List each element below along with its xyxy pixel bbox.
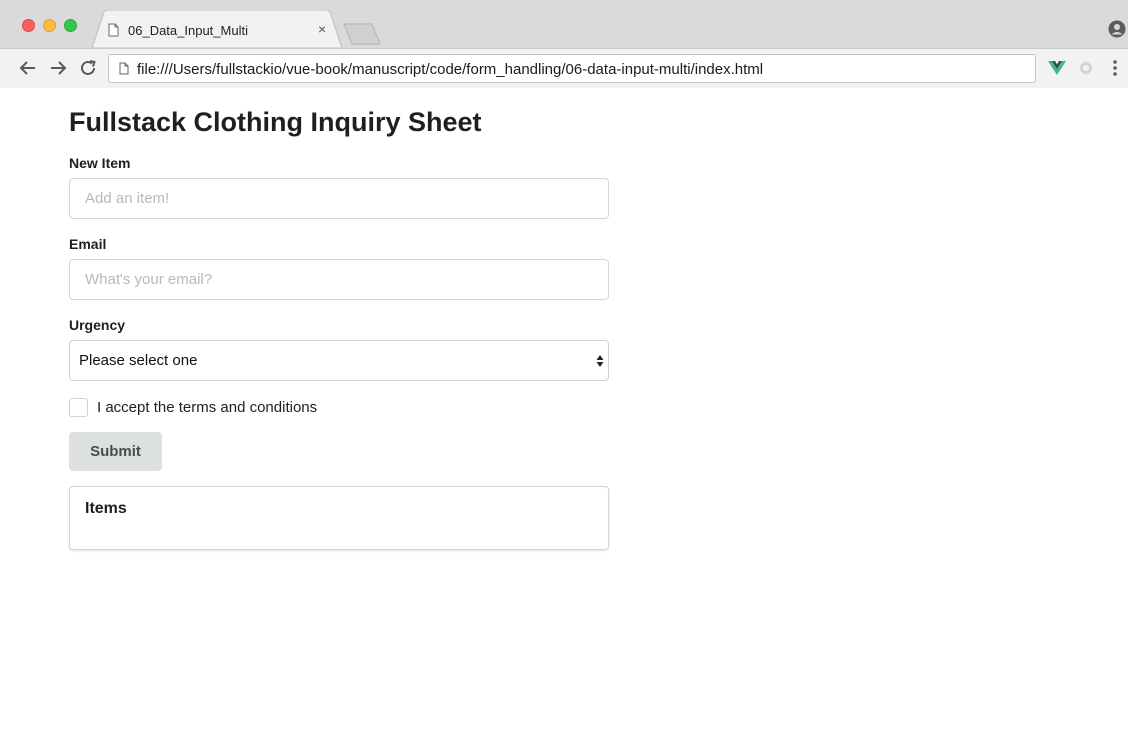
tab-close-icon[interactable]: × [318, 21, 326, 37]
page-content: Fullstack Clothing Inquiry Sheet New Ite… [0, 89, 1128, 755]
items-card: Items [69, 486, 609, 550]
new-item-input[interactable] [69, 178, 609, 219]
document-icon [108, 23, 119, 37]
forward-arrow-icon[interactable] [47, 57, 69, 79]
url-text: file:///Users/fullstackio/vue-book/manus… [137, 61, 764, 78]
profile-icon[interactable] [1108, 20, 1126, 38]
select-arrows-icon [596, 355, 604, 367]
urgency-select[interactable]: Please select one [69, 340, 609, 381]
terms-label[interactable]: I accept the terms and conditions [97, 399, 317, 416]
urgency-label: Urgency [69, 317, 126, 333]
urgency-selected-value: Please select one [79, 352, 198, 369]
submit-button[interactable]: Submit [69, 432, 162, 471]
vue-devtools-icon[interactable] [1048, 60, 1066, 76]
extension-icon[interactable] [1077, 60, 1095, 76]
browser-toolbar: file:///Users/fullstackio/vue-book/manus… [0, 48, 1128, 88]
new-item-label: New Item [69, 155, 131, 171]
new-tab-button[interactable] [342, 22, 382, 46]
close-window-button[interactable] [22, 19, 35, 32]
email-input[interactable] [69, 259, 609, 300]
document-icon [119, 62, 129, 75]
page-title: Fullstack Clothing Inquiry Sheet [69, 107, 482, 137]
back-arrow-icon[interactable] [17, 57, 39, 79]
minimize-window-button[interactable] [43, 19, 56, 32]
terms-checkbox[interactable] [69, 398, 88, 417]
browser-chrome: 06_Data_Input_Multi × file:///Users/full… [0, 0, 1128, 88]
tab-title: 06_Data_Input_Multi [128, 23, 248, 38]
maximize-window-button[interactable] [64, 19, 77, 32]
items-card-title: Items [85, 500, 127, 517]
browser-tab[interactable]: 06_Data_Input_Multi × [92, 10, 342, 48]
tab-strip: 06_Data_Input_Multi × [0, 0, 1128, 48]
kebab-menu-icon[interactable] [1111, 58, 1119, 78]
address-bar[interactable]: file:///Users/fullstackio/vue-book/manus… [108, 54, 1036, 83]
reload-icon[interactable] [77, 57, 99, 79]
email-label: Email [69, 236, 107, 252]
